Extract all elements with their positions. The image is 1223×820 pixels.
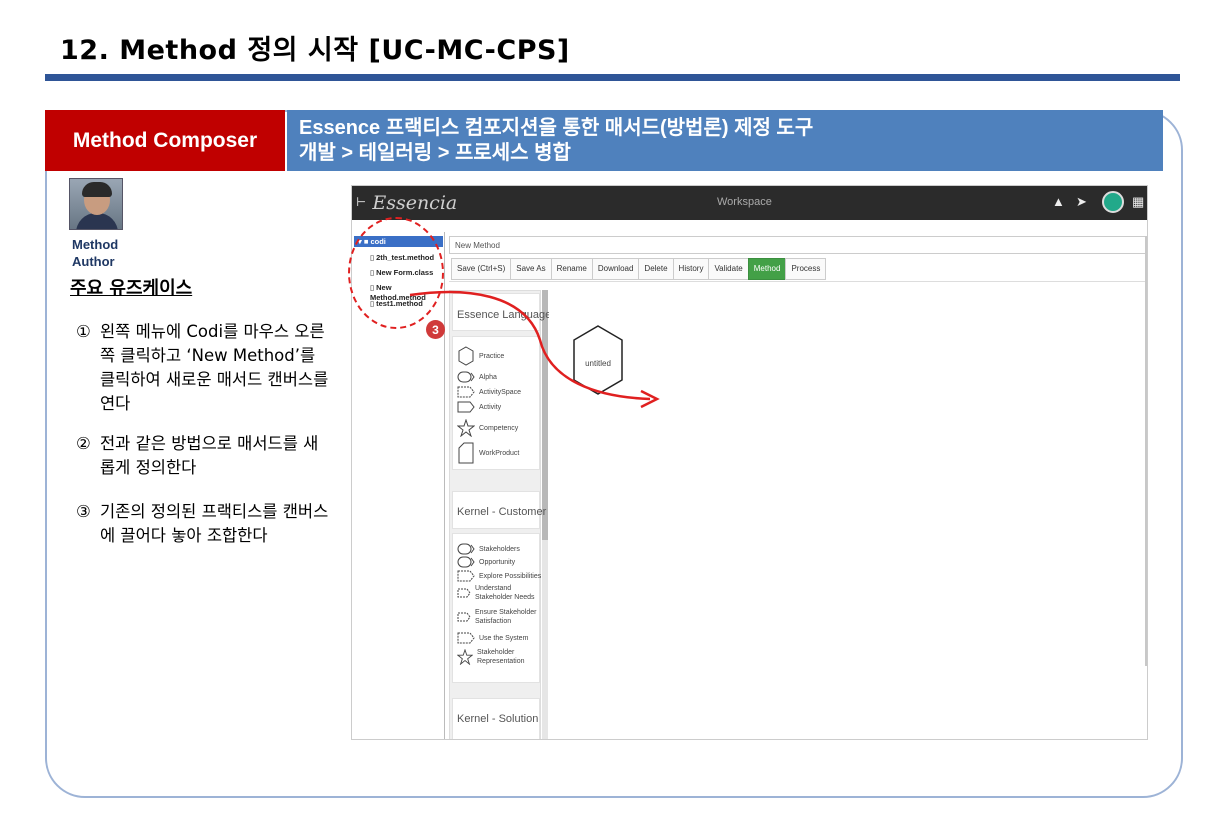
palette-item-competency[interactable]: Competency	[457, 419, 518, 437]
save-as-button[interactable]: Save As	[510, 258, 552, 280]
essencia-app: ⊢Essencia Workspace ▲ ➤ ▦ ▾ ■ codi 2th_t…	[351, 185, 1148, 740]
star-icon	[457, 649, 473, 665]
step-number: ②	[76, 434, 91, 453]
activity-space-icon	[457, 588, 471, 598]
activity-space-icon	[457, 612, 471, 622]
palette-item-label: Stakeholders	[479, 545, 520, 553]
grid-menu-icon[interactable]: ▦	[1132, 194, 1144, 210]
palette-title-kernel-solution[interactable]: Kernel - Solution	[457, 713, 538, 725]
workspace-title: Workspace	[717, 196, 772, 208]
user-avatar-icon[interactable]	[1102, 191, 1124, 213]
activity-space-icon	[457, 632, 475, 644]
usecase-heading: 주요 유즈케이스	[70, 278, 193, 299]
save-button[interactable]: Save (Ctrl+S)	[451, 258, 512, 280]
title-divider	[45, 74, 1180, 81]
workproduct-icon	[458, 442, 474, 464]
band-line-2: 개발 > 테일러링 > 프로세스 병합	[299, 142, 571, 164]
step-number: ③	[76, 502, 91, 521]
palette-item-opportunity[interactable]: Opportunity	[457, 556, 515, 568]
method-name-field[interactable]: New Method	[449, 236, 1147, 254]
step-text: 왼쪽 메뉴에 Codi를 마우스 오른쪽 클릭하고 ‘New Method’를 …	[100, 322, 329, 413]
slide-title: 12. Method 정의 시작 [UC-MC-CPS]	[60, 35, 570, 66]
palette-item-label: Opportunity	[479, 558, 516, 566]
palette-item-label: Stakeholder Representation	[477, 649, 525, 665]
author-label-line2: Author	[72, 254, 115, 269]
alpha-icon	[457, 543, 475, 555]
step-text: 전과 같은 방법으로 매서드를 새롭게 정의한다	[100, 434, 319, 477]
drag-arrow	[409, 290, 660, 409]
bell-icon[interactable]: ▲	[1052, 194, 1065, 209]
usecase-step-3: ③ 기존의 정의된 프랙티스를 캔버스에 끌어다 놓아 조합한다	[76, 500, 332, 548]
band-left-label: Method Composer	[45, 110, 285, 171]
usecase-step-1: ① 왼쪽 메뉴에 Codi를 마우스 오른쪽 클릭하고 ‘New Method’…	[76, 320, 332, 416]
usecase-step-2: ② 전과 같은 방법으로 매서드를 새롭게 정의한다	[76, 432, 332, 480]
delete-button[interactable]: Delete	[638, 258, 674, 280]
editor-toolbar: Save (Ctrl+S) Save As Rename Download De…	[451, 258, 827, 280]
send-icon[interactable]: ➤	[1076, 194, 1087, 210]
palette-item-stakeholder-representation[interactable]: Stakeholder Representation	[457, 648, 541, 666]
app-logo[interactable]: ⊢ Essencia	[356, 192, 457, 214]
step-number: ①	[76, 322, 91, 341]
star-icon	[457, 419, 475, 437]
step-text: 기존의 정의된 프랙티스를 캔버스에 끌어다 놓아 조합한다	[100, 502, 329, 545]
method-tab-button[interactable]: Method	[747, 258, 787, 280]
palette-item-explore-possibilities[interactable]: Explore Possibilities	[457, 570, 541, 582]
step-3-badge: 3	[426, 320, 445, 339]
app-topbar: ⊢ Essencia Workspace ▲ ➤ ▦	[352, 186, 1147, 220]
palette-item-ensure-satisfaction[interactable]: Ensure Stakeholder Satisfaction	[457, 608, 541, 626]
band-line-1: Essence 프랙티스 컴포지션을 통한 매서드(방법론) 제정 도구	[299, 117, 814, 139]
palette-item-label: Explore Possibilities	[479, 572, 542, 580]
palette-item-understand-needs[interactable]: Understand Stakeholder Needs	[457, 584, 541, 602]
palette-item-label: Ensure Stakeholder Satisfaction	[475, 609, 537, 625]
author-label: Method Author	[72, 236, 118, 270]
download-button[interactable]: Download	[591, 258, 640, 280]
palette-item-label: Understand Stakeholder Needs	[475, 585, 535, 601]
app-logo-text: Essencia	[372, 192, 458, 214]
palette-item-label: Competency	[479, 424, 519, 432]
author-label-line1: Method	[72, 237, 119, 252]
palette-item-workproduct[interactable]: WorkProduct	[457, 442, 519, 464]
rename-button[interactable]: Rename	[550, 258, 593, 280]
validate-button[interactable]: Validate	[708, 258, 749, 280]
palette-item-label: WorkProduct	[479, 449, 520, 457]
alpha-icon	[457, 556, 475, 568]
band-description: Essence 프랙티스 컴포지션을 통한 매서드(방법론) 제정 도구 개발 …	[287, 110, 1163, 171]
activity-space-icon	[457, 570, 475, 582]
canvas-scrollbar[interactable]	[1145, 236, 1147, 666]
process-tab-button[interactable]: Process	[785, 258, 827, 280]
palette-item-stakeholders[interactable]: Stakeholders	[457, 543, 520, 555]
palette-title-kernel-customer[interactable]: Kernel - Customer	[457, 506, 546, 518]
palette-item-use-the-system[interactable]: Use the System	[457, 632, 528, 644]
history-button[interactable]: History	[672, 258, 710, 280]
palette-item-label: Use the System	[479, 634, 529, 642]
author-photo	[69, 178, 123, 230]
sidebar-toggle-icon[interactable]: ⊢	[356, 195, 366, 209]
toolbar-divider	[449, 281, 1147, 282]
